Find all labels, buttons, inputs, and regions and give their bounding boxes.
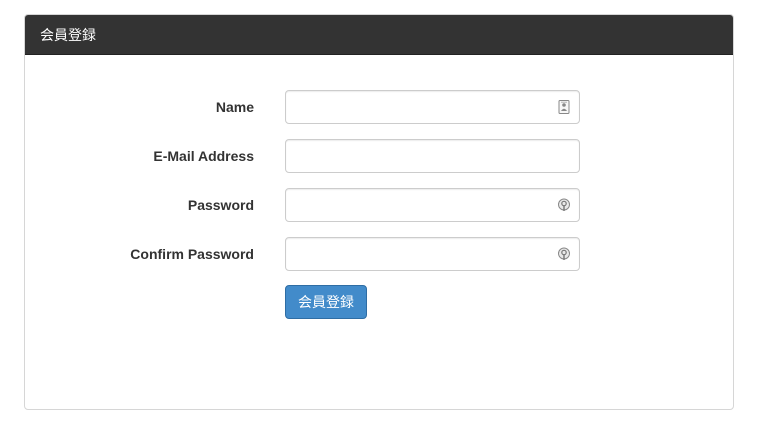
email-input[interactable] bbox=[285, 139, 580, 173]
name-label: Name bbox=[215, 99, 254, 115]
password-label: Password bbox=[187, 197, 254, 213]
panel-title: 会員登録 bbox=[40, 26, 96, 43]
password-key-icon bbox=[556, 197, 572, 213]
password-key-icon bbox=[556, 246, 572, 262]
form-row-password: Password bbox=[25, 188, 733, 222]
register-panel: 会員登録 Name E-Mail Address Password Confir… bbox=[24, 14, 734, 410]
form-row-name: Name bbox=[25, 90, 733, 124]
password-input[interactable] bbox=[285, 188, 580, 222]
panel-heading: 会員登録 bbox=[25, 15, 733, 55]
form-row-email: E-Mail Address bbox=[25, 139, 733, 173]
name-input[interactable] bbox=[285, 90, 580, 124]
form-row-confirm-password: Confirm Password bbox=[25, 237, 733, 271]
confirm-password-input[interactable] bbox=[285, 237, 580, 271]
confirm-password-label: Confirm Password bbox=[130, 246, 254, 262]
email-label: E-Mail Address bbox=[153, 148, 254, 164]
contact-card-icon bbox=[556, 99, 572, 115]
register-submit-button[interactable]: 会員登録 bbox=[285, 285, 367, 319]
